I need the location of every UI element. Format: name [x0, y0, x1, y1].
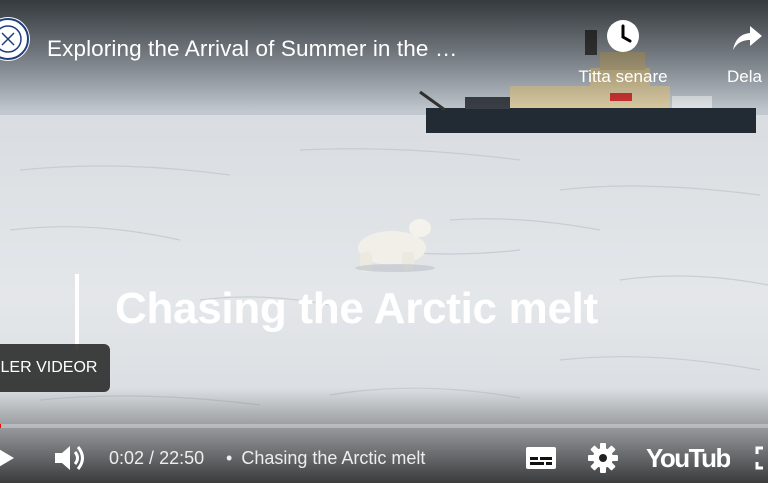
- svg-text:YouTube: YouTube: [646, 443, 730, 473]
- progress-bar[interactable]: [0, 424, 768, 428]
- clock-icon: [607, 20, 639, 52]
- volume-icon[interactable]: [51, 440, 87, 476]
- share-arrow-icon: [733, 26, 762, 50]
- chapter-button[interactable]: • Chasing the Arctic melt: [226, 448, 425, 469]
- video-player[interactable]: Exploring the Arrival of Summer in the ……: [0, 0, 768, 483]
- watch-later-label: Titta senare: [578, 67, 668, 86]
- subtitles-icon[interactable]: [523, 440, 559, 476]
- more-videos-button[interactable]: LER VIDEOR: [0, 344, 110, 392]
- video-title[interactable]: Exploring the Arrival of Summer in the …: [47, 36, 457, 62]
- overlay-title: Chasing the Arctic melt: [115, 284, 598, 333]
- fullscreen-icon[interactable]: [755, 446, 768, 470]
- youtube-logo-icon[interactable]: YouTube: [646, 443, 730, 473]
- time-separator: /: [144, 448, 160, 468]
- control-bar: 0:02 / 22:50 • Chasing the Arctic melt Y…: [0, 432, 768, 483]
- settings-gear-icon[interactable]: [585, 440, 621, 476]
- overlay-accent-bar: [75, 274, 79, 350]
- duration: 22:50: [159, 448, 205, 468]
- play-icon[interactable]: [0, 446, 18, 470]
- share-label: Dela: [727, 67, 762, 86]
- time-display: 0:02 / 22:50: [109, 448, 204, 469]
- chapter-dot: •: [226, 448, 233, 468]
- progress-played: [0, 424, 2, 428]
- current-time: 0:02: [109, 448, 145, 468]
- chapter-title: Chasing the Arctic melt: [241, 448, 426, 468]
